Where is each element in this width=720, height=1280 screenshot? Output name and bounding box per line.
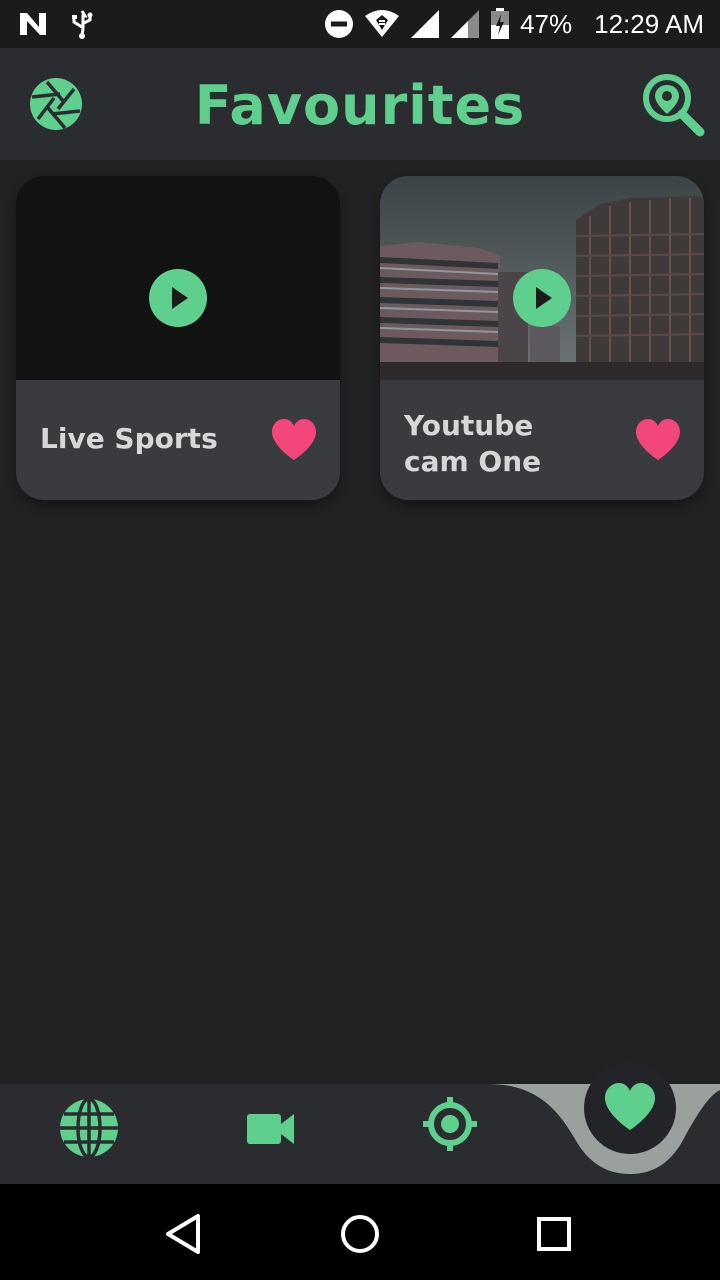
globe-icon[interactable] bbox=[57, 1096, 121, 1160]
system-navigation-bar bbox=[0, 1184, 720, 1280]
play-button[interactable] bbox=[513, 269, 571, 327]
battery-percentage: 47% bbox=[520, 8, 573, 39]
signal-icon bbox=[451, 10, 480, 38]
bottom-navigation bbox=[0, 1062, 720, 1184]
play-icon bbox=[172, 287, 188, 309]
play-icon bbox=[536, 287, 552, 309]
heart-icon bbox=[605, 1083, 655, 1130]
target-icon[interactable] bbox=[418, 1096, 482, 1160]
page-title: Favourites bbox=[194, 74, 526, 137]
n-icon bbox=[20, 13, 46, 35]
do-not-disturb-icon bbox=[325, 10, 354, 38]
favourite-card[interactable]: Live Sports bbox=[16, 176, 340, 500]
recents-icon[interactable] bbox=[530, 1210, 578, 1258]
status-bar: 47% 12:29 AM bbox=[0, 0, 720, 48]
play-button[interactable] bbox=[149, 269, 207, 327]
back-icon[interactable] bbox=[160, 1210, 208, 1258]
battery-icon bbox=[491, 8, 510, 39]
wifi-icon bbox=[365, 10, 400, 37]
heart-icon[interactable] bbox=[270, 418, 318, 462]
status-bar-right: 47% 12:29 AM bbox=[324, 6, 704, 42]
home-icon[interactable] bbox=[336, 1210, 384, 1258]
favourite-card[interactable]: Youtube cam One bbox=[380, 176, 704, 500]
card-title: Youtube cam One bbox=[404, 409, 542, 478]
video-camera-icon[interactable] bbox=[238, 1096, 302, 1160]
card-title: Live Sports bbox=[40, 422, 218, 455]
app-bar: Favourites bbox=[0, 48, 720, 160]
usb-icon bbox=[72, 10, 93, 39]
nav-favourites-button[interactable] bbox=[584, 1062, 676, 1154]
status-bar-left bbox=[18, 8, 94, 40]
heart-icon[interactable] bbox=[634, 418, 682, 462]
clock: 12:29 AM bbox=[594, 8, 704, 39]
search-location-icon[interactable] bbox=[640, 72, 706, 138]
signal-icon bbox=[411, 10, 440, 38]
